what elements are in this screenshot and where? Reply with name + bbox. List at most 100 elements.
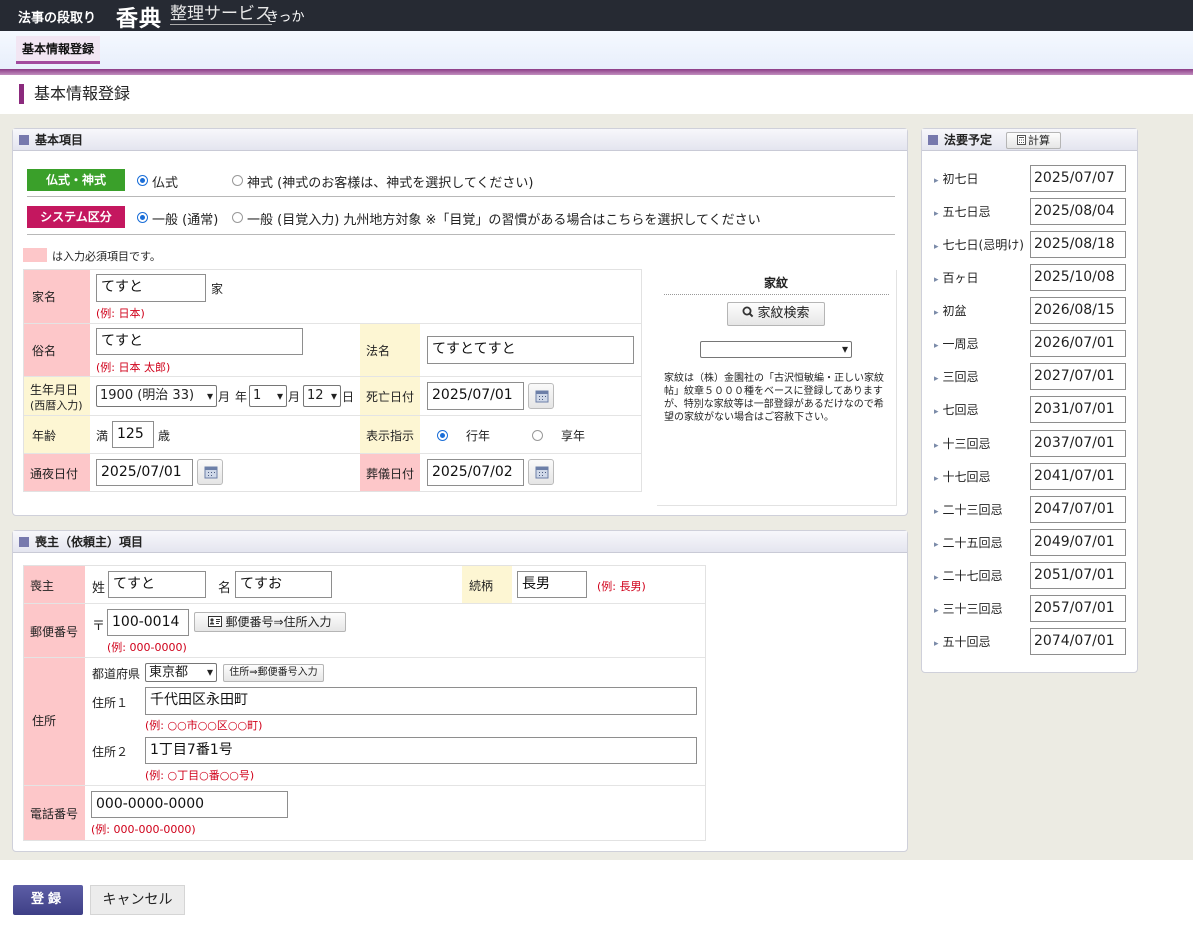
memorial-date-input[interactable]: 2074/07/01 bbox=[1030, 628, 1126, 655]
square-icon bbox=[19, 135, 29, 145]
family-name-input[interactable]: てすと bbox=[96, 274, 206, 302]
memorial-date-input[interactable]: 2041/07/01 bbox=[1030, 463, 1126, 490]
label-wake-date: 通夜日付 bbox=[24, 454, 90, 491]
calendar-icon bbox=[535, 390, 549, 403]
death-date-calendar-button[interactable] bbox=[528, 383, 554, 409]
panel-header: 喪主（依頼主）項目 bbox=[13, 531, 907, 553]
death-date-input[interactable]: 2025/07/01 bbox=[427, 382, 524, 410]
buddhism-tag: 仏式・神式 bbox=[27, 169, 125, 191]
label-dharma-name: 法名 bbox=[360, 324, 420, 376]
dharma-name-input[interactable]: てすとてすと bbox=[427, 336, 634, 364]
address2-input[interactable]: 1丁目7番1号 bbox=[145, 737, 697, 764]
label-mourner: 喪主 bbox=[24, 566, 85, 603]
birth-month-select[interactable]: 1 bbox=[249, 385, 287, 407]
gyonen-label: 行年 bbox=[466, 429, 491, 443]
mourner-last-name-input[interactable]: てすと bbox=[108, 571, 206, 598]
tab-basic-info[interactable]: 基本情報登録 bbox=[16, 36, 101, 64]
radio-gyonen[interactable] bbox=[437, 430, 448, 441]
kamon-search-label: 家紋検索 bbox=[757, 306, 810, 321]
brand-service[interactable]: 整理サービス bbox=[170, 4, 272, 25]
birth-year-select[interactable]: 1900 (明治 33) bbox=[96, 385, 217, 407]
calculate-button[interactable]: 計算 bbox=[1006, 132, 1061, 149]
memorial-label: 百ヶ日 bbox=[934, 269, 979, 286]
memorial-date-input[interactable]: 2025/10/08 bbox=[1030, 264, 1126, 291]
panel-header: 基本項目 bbox=[13, 129, 907, 151]
phone-input[interactable]: 000-0000-0000 bbox=[91, 791, 288, 818]
buddhism-option-label: 仏式 bbox=[152, 176, 179, 191]
memorial-label: 七回忌 bbox=[934, 401, 979, 418]
memorial-date-input[interactable]: 2026/08/15 bbox=[1030, 297, 1126, 324]
radio-system-normal[interactable] bbox=[137, 212, 148, 223]
radio-buddhism[interactable] bbox=[137, 175, 148, 186]
postal-mark: 〒 bbox=[92, 619, 106, 634]
common-name-input[interactable]: てすと bbox=[96, 328, 303, 355]
prefecture-select[interactable]: 東京都 bbox=[145, 663, 217, 682]
address1-input[interactable]: 千代田区永田町 bbox=[145, 687, 697, 715]
label-age: 年齢 bbox=[24, 416, 90, 453]
required-color-swatch bbox=[23, 248, 47, 262]
system-tag: システム区分 bbox=[27, 206, 125, 228]
label-postal: 郵便番号 bbox=[24, 604, 85, 657]
birth-month-suffix: 月 bbox=[218, 390, 231, 404]
label-display: 表示指示 bbox=[360, 416, 420, 453]
address-to-postal-button[interactable]: 住所⇒郵便番号入力 bbox=[223, 664, 324, 682]
relation-input[interactable]: 長男 bbox=[517, 571, 587, 598]
mourner-first-name-input[interactable]: てすお bbox=[235, 571, 332, 598]
memorial-label: 二十三回忌 bbox=[934, 501, 1003, 518]
memorial-date-input[interactable]: 2025/08/04 bbox=[1030, 198, 1126, 225]
radio-system-mezame[interactable] bbox=[232, 212, 243, 223]
wake-date-calendar-button[interactable] bbox=[197, 459, 223, 485]
divider bbox=[24, 376, 641, 377]
memorial-date-input[interactable]: 2037/07/01 bbox=[1030, 430, 1126, 457]
birth-day-select[interactable]: 12 bbox=[303, 385, 341, 407]
funeral-date-input[interactable]: 2025/07/02 bbox=[427, 459, 524, 486]
divider bbox=[0, 69, 1193, 75]
memorial-label: 五十回忌 bbox=[934, 633, 991, 650]
label-relation: 続柄 bbox=[462, 566, 512, 603]
memorial-date-input[interactable]: 2049/07/01 bbox=[1030, 529, 1126, 556]
memorial-date-input[interactable]: 2026/07/01 bbox=[1030, 330, 1126, 357]
birth-year-suffix: 年 bbox=[235, 390, 248, 404]
panel-header: 法要予定 計算 bbox=[922, 129, 1137, 151]
kamon-note: 家紋は（株）金園社の「古沢恒敏編・正しい家紋帖」紋章５０００種をベースに登録して… bbox=[664, 373, 884, 423]
kamon-search-button[interactable]: 家紋検索 bbox=[727, 302, 825, 326]
brand-kouden[interactable]: 香典 bbox=[116, 1, 162, 33]
memorial-date-input[interactable]: 2027/07/01 bbox=[1030, 363, 1126, 390]
memorial-date-input[interactable]: 2031/07/01 bbox=[1030, 396, 1126, 423]
wake-date-input[interactable]: 2025/07/01 bbox=[96, 459, 193, 486]
kamon-select[interactable] bbox=[700, 341, 852, 358]
brand-houji[interactable]: 法事の段取り bbox=[18, 7, 96, 26]
memorial-date-input[interactable]: 2025/07/07 bbox=[1030, 165, 1126, 192]
divider bbox=[24, 415, 641, 416]
memorial-date-input[interactable]: 2051/07/01 bbox=[1030, 562, 1126, 589]
postal-code-input[interactable]: 100-0014 bbox=[107, 609, 189, 636]
radio-shinto[interactable] bbox=[232, 175, 243, 186]
panel-title: 喪主（依頼主）項目 bbox=[35, 535, 144, 549]
age-suffix: 歳 bbox=[158, 429, 171, 443]
label-birth-date: 生年月日 (西暦入力) bbox=[24, 377, 90, 415]
postal-to-address-button[interactable]: 郵便番号⇒住所入力 bbox=[194, 612, 346, 632]
memorial-label: 五七日忌 bbox=[934, 203, 991, 220]
radio-kyonen[interactable] bbox=[532, 430, 543, 441]
memorial-date-input[interactable]: 2057/07/01 bbox=[1030, 595, 1126, 622]
phone-example: (例: 000-000-0000) bbox=[91, 823, 196, 836]
age-input[interactable]: 125 bbox=[112, 421, 154, 448]
brand-kikka[interactable]: きっか bbox=[266, 6, 304, 25]
label-death-date: 死亡日付 bbox=[360, 377, 420, 415]
common-name-example: (例: 日本 太郎) bbox=[96, 361, 171, 374]
memorial-date-input[interactable]: 2025/08/18 bbox=[1030, 231, 1126, 258]
label-common-name: 俗名 bbox=[24, 324, 90, 376]
shinto-option-label: 神式 (神式のお客様は、神式を選択してください) bbox=[247, 176, 534, 191]
memorial-label: 三十三回忌 bbox=[934, 600, 1003, 617]
funeral-date-calendar-button[interactable] bbox=[528, 459, 554, 485]
search-icon bbox=[742, 306, 754, 318]
panel-title: 基本項目 bbox=[35, 133, 84, 147]
address2-label: 住所２ bbox=[92, 745, 129, 759]
panel-title: 法要予定 bbox=[944, 133, 993, 147]
register-button[interactable]: 登録 bbox=[13, 885, 83, 915]
calendar-icon bbox=[535, 466, 549, 479]
cancel-button[interactable]: キャンセル bbox=[90, 885, 185, 915]
memorial-date-input[interactable]: 2047/07/01 bbox=[1030, 496, 1126, 523]
divider bbox=[24, 453, 641, 454]
family-suffix: 家 bbox=[211, 282, 224, 296]
